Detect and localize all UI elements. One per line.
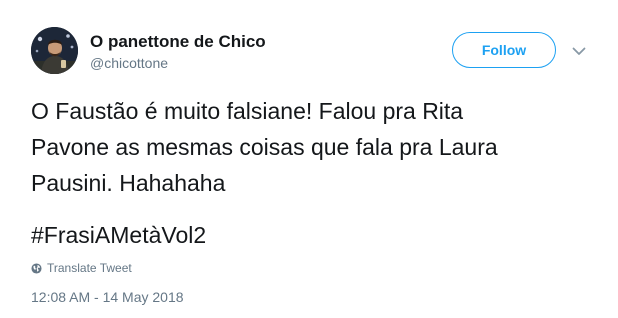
tweet-text-line: Pavone as mesmas coisas que fala pra Lau… (31, 134, 498, 160)
avatar[interactable] (31, 27, 78, 74)
hashtag-link[interactable]: #FrasiAMetàVol2 (31, 220, 206, 250)
follow-button[interactable]: Follow (452, 32, 556, 68)
tweet-text: O Faustão é muito falsiane! Falou pra Ri… (31, 93, 591, 201)
tweet-card: O panettone de Chico @chicottone Follow … (0, 0, 618, 318)
tweet-text-line: Pausini. Hahahaha (31, 170, 226, 196)
more-options-button[interactable] (568, 40, 590, 62)
user-handle[interactable]: @chicottone (90, 55, 168, 71)
translate-tweet-link[interactable]: Translate Tweet (31, 260, 132, 276)
translate-label: Translate Tweet (47, 261, 132, 275)
tweet-timestamp[interactable]: 12:08 AM - 14 May 2018 (31, 289, 184, 305)
tweet-text-line: O Faustão é muito falsiane! Falou pra Ri… (31, 98, 464, 124)
display-name[interactable]: O panettone de Chico (90, 32, 266, 52)
globe-icon (31, 262, 42, 274)
chevron-down-icon (572, 47, 586, 55)
profile-photo-icon (31, 27, 78, 74)
